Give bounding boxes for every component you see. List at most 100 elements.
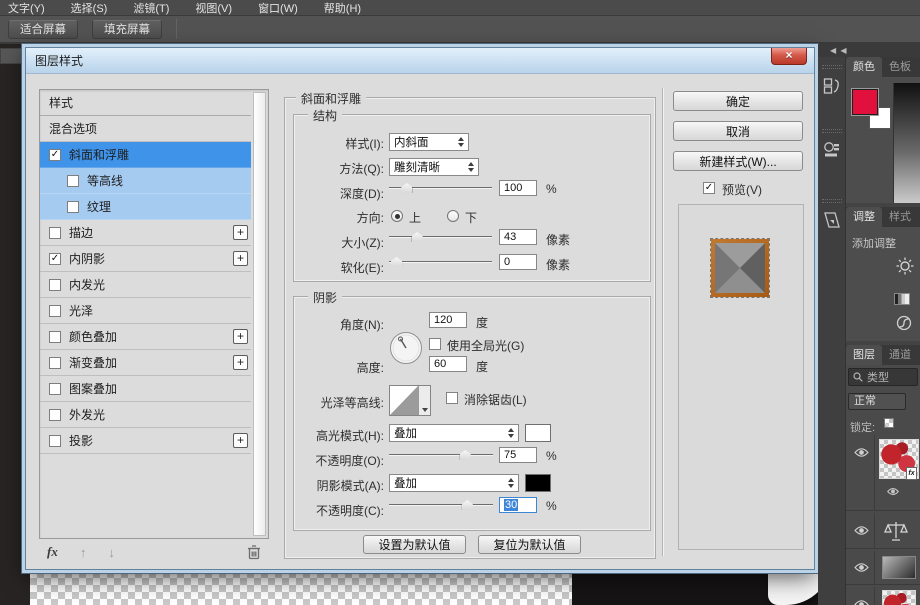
- depth-slider[interactable]: [389, 182, 492, 194]
- trash-icon[interactable]: [247, 544, 261, 560]
- reset-default-button[interactable]: 复位为默认值: [478, 535, 581, 554]
- add-instance-button[interactable]: +: [233, 225, 248, 240]
- list-item-blending-options[interactable]: 混合选项: [40, 116, 251, 142]
- checkbox-unchecked[interactable]: [49, 304, 61, 317]
- slider-thumb[interactable]: [391, 257, 403, 267]
- angle-input[interactable]: 120: [429, 312, 467, 328]
- direction-down-label[interactable]: 下: [465, 209, 477, 226]
- checkbox-unchecked[interactable]: [67, 200, 79, 213]
- layer-row[interactable]: fx: [846, 435, 920, 511]
- anti-alias-label[interactable]: 消除锯齿(L): [464, 391, 527, 408]
- lock-transparency-icon[interactable]: [884, 418, 894, 428]
- color-ramp[interactable]: [893, 83, 920, 203]
- angle-dial[interactable]: [389, 331, 423, 365]
- gradient-layer-thumbnail[interactable]: [882, 556, 916, 579]
- size-input[interactable]: 43: [499, 229, 537, 245]
- preview-label[interactable]: 预览(V): [722, 181, 762, 198]
- shadow-opacity-slider[interactable]: [389, 499, 493, 511]
- list-item-texture[interactable]: 纹理: [40, 194, 251, 220]
- layer-row[interactable]: [846, 551, 920, 585]
- direction-down-radio[interactable]: [447, 210, 459, 222]
- cancel-button[interactable]: 取消: [673, 121, 803, 141]
- list-item-color-overlay[interactable]: 颜色叠加 +: [40, 324, 251, 350]
- contour-dropdown-arrow[interactable]: [418, 386, 430, 415]
- gloss-contour-picker[interactable]: [389, 385, 431, 416]
- fill-screen-button[interactable]: 填充屏幕: [92, 19, 162, 39]
- tab-styles[interactable]: 样式: [882, 207, 918, 227]
- curves-icon[interactable]: [896, 315, 912, 331]
- visibility-eye-icon[interactable]: [850, 599, 872, 605]
- foreground-color-swatch[interactable]: [852, 89, 878, 115]
- move-effect-up-button[interactable]: ↑: [80, 545, 87, 560]
- soften-input[interactable]: 0: [499, 254, 537, 270]
- add-instance-button[interactable]: +: [233, 329, 248, 344]
- list-item-bevel-emboss[interactable]: ✓ 斜面和浮雕: [40, 142, 251, 168]
- fx-menu-button[interactable]: fx: [47, 544, 58, 560]
- list-scrollbar[interactable]: [253, 92, 266, 536]
- list-item-outer-glow[interactable]: 外发光: [40, 402, 251, 428]
- ok-button[interactable]: 确定: [673, 91, 803, 111]
- list-item-drop-shadow[interactable]: 投影 +: [40, 428, 251, 454]
- altitude-input[interactable]: 60: [429, 356, 467, 372]
- checkbox-unchecked[interactable]: [49, 330, 61, 343]
- depth-input[interactable]: 100: [499, 180, 537, 196]
- layer-thumbnail[interactable]: [882, 590, 916, 605]
- global-light-checkbox[interactable]: [429, 338, 441, 350]
- menu-filter[interactable]: 滤镜(T): [133, 0, 169, 16]
- close-button[interactable]: ×: [771, 48, 807, 65]
- list-item-pattern-overlay[interactable]: 图案叠加: [40, 376, 251, 402]
- highlight-color-swatch[interactable]: [525, 424, 551, 442]
- checkbox-checked[interactable]: ✓: [49, 148, 61, 161]
- visibility-eye-icon[interactable]: [850, 447, 872, 458]
- layer-row[interactable]: [846, 587, 920, 605]
- new-style-button[interactable]: 新建样式(W)...: [673, 151, 803, 171]
- fit-screen-button[interactable]: 适合屏幕: [8, 19, 78, 39]
- checkbox-unchecked[interactable]: [49, 408, 61, 421]
- tab-color[interactable]: 颜色: [846, 57, 882, 77]
- soften-slider[interactable]: [389, 256, 492, 268]
- size-slider[interactable]: [389, 231, 492, 243]
- technique-dropdown[interactable]: 雕刻清晰: [389, 158, 479, 176]
- slider-thumb[interactable]: [401, 183, 413, 193]
- checkbox-unchecked[interactable]: [49, 434, 61, 447]
- move-effect-down-button[interactable]: ↓: [108, 545, 115, 560]
- properties-panel-icon[interactable]: [821, 139, 843, 161]
- menu-window[interactable]: 窗口(W): [258, 0, 298, 16]
- list-item-stroke[interactable]: 描边 +: [40, 220, 251, 246]
- tab-adjustments[interactable]: 调整: [846, 207, 882, 227]
- layer-style-badge[interactable]: fx: [906, 467, 917, 480]
- highlight-opacity-input[interactable]: 75: [499, 447, 537, 463]
- layer-filter-box[interactable]: 类型: [848, 368, 918, 386]
- shadow-mode-dropdown[interactable]: 叠加: [389, 474, 519, 492]
- layer-row[interactable]: [846, 513, 920, 549]
- checkbox-unchecked[interactable]: [49, 356, 61, 369]
- checkbox-unchecked[interactable]: [49, 382, 61, 395]
- bevel-style-dropdown[interactable]: 内斜面: [389, 133, 469, 151]
- dialog-titlebar[interactable]: 图层样式: [26, 48, 814, 74]
- add-instance-button[interactable]: +: [233, 433, 248, 448]
- checkbox-unchecked[interactable]: [49, 226, 61, 239]
- brightness-contrast-icon[interactable]: [896, 257, 914, 275]
- levels-icon[interactable]: [894, 293, 910, 305]
- anti-alias-checkbox[interactable]: [446, 392, 458, 404]
- tab-layers[interactable]: 图层: [846, 345, 882, 365]
- blend-mode-dropdown[interactable]: 正常: [848, 393, 906, 410]
- checkbox-unchecked[interactable]: [67, 174, 79, 187]
- slider-thumb[interactable]: [461, 500, 473, 510]
- global-light-label[interactable]: 使用全局光(G): [447, 337, 524, 354]
- highlight-opacity-slider[interactable]: [389, 449, 493, 461]
- shadow-opacity-input[interactable]: 30: [499, 497, 537, 513]
- list-item-inner-glow[interactable]: 内发光: [40, 272, 251, 298]
- panel-edge-tab[interactable]: [0, 48, 22, 64]
- menu-view[interactable]: 视图(V): [195, 0, 232, 16]
- add-instance-button[interactable]: +: [233, 355, 248, 370]
- highlight-mode-dropdown[interactable]: 叠加: [389, 424, 519, 442]
- menu-select[interactable]: 选择(S): [71, 0, 108, 16]
- history-panel-icon[interactable]: [821, 75, 843, 97]
- effects-eye-icon[interactable]: [884, 487, 902, 496]
- menu-help[interactable]: 帮助(H): [324, 0, 361, 16]
- visibility-eye-icon[interactable]: [850, 525, 872, 536]
- list-item-contour[interactable]: 等高线: [40, 168, 251, 194]
- direction-up-radio[interactable]: [391, 210, 403, 222]
- add-instance-button[interactable]: +: [233, 251, 248, 266]
